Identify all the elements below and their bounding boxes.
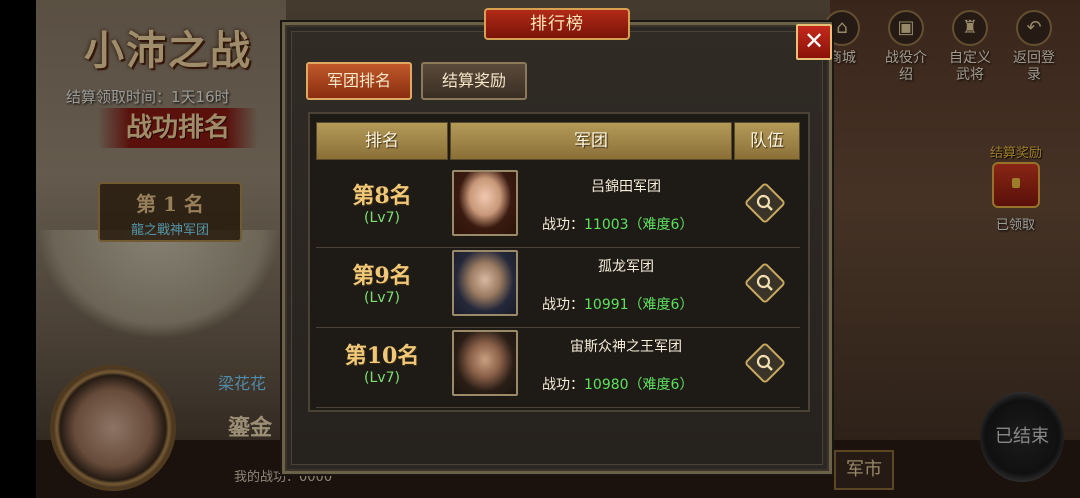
close-icon: ✕ — [803, 27, 825, 55]
magnifier-icon — [756, 274, 773, 291]
view-team-button[interactable] — [743, 341, 787, 385]
ranking-header: 排名 军团 队伍 — [316, 122, 800, 160]
row-legion-name: 吕錦田军团 — [591, 179, 661, 195]
header-legion: 军团 — [450, 122, 732, 160]
header-team: 队伍 — [734, 122, 800, 160]
legion-leader-portrait[interactable] — [452, 170, 518, 236]
row-rank: 第10名 — [344, 343, 420, 369]
merit-label: 战功： — [542, 297, 584, 313]
row-merit: 战功：10991（难度6） — [542, 294, 693, 314]
dialog-title: 排行榜 — [484, 8, 630, 40]
close-button[interactable]: ✕ — [796, 24, 832, 60]
merit-value: 11003（难度6） — [584, 217, 694, 233]
row-merit: 战功：11003（难度6） — [542, 214, 693, 234]
header-rank: 排名 — [316, 122, 448, 160]
row-legion-name: 孤龙军团 — [598, 259, 654, 275]
legion-leader-portrait[interactable] — [452, 330, 518, 396]
merit-label: 战功： — [542, 217, 584, 233]
merit-value: 10980（难度6） — [584, 377, 694, 393]
row-level: (Lv7) — [364, 210, 400, 226]
merit-label: 战功： — [542, 377, 584, 393]
view-team-button[interactable] — [743, 181, 787, 225]
row-level: (Lv7) — [364, 290, 400, 306]
magnifier-icon — [756, 194, 773, 211]
legion-leader-portrait[interactable] — [452, 250, 518, 316]
row-merit: 战功：10980（难度6） — [542, 374, 693, 394]
table-row: 第8名 (Lv7) 吕錦田军团 战功：11003（难度6） — [316, 168, 800, 248]
row-rank: 第9名 — [352, 263, 412, 289]
game-screen: 小沛之战 结算领取时间：1天16时 战功排名 第 1 名 龍之戰神军团 梁花花 … — [0, 0, 1080, 498]
merit-value: 10991（难度6） — [584, 297, 694, 313]
magnifier-icon — [756, 354, 773, 371]
tab-legion-rank[interactable]: 军团排名 — [306, 62, 412, 100]
row-legion-name: 宙斯众神之王军团 — [570, 339, 682, 355]
row-rank: 第8名 — [352, 183, 412, 209]
tab-settle-reward[interactable]: 结算奖励 — [421, 62, 527, 100]
view-team-button[interactable] — [743, 261, 787, 305]
table-row: 第10名 (Lv7) 宙斯众神之王军团 战功：10980（难度6） — [316, 328, 800, 408]
row-level: (Lv7) — [364, 370, 400, 386]
table-row: 第9名 (Lv7) 孤龙军团 战功：10991（难度6） — [316, 248, 800, 328]
